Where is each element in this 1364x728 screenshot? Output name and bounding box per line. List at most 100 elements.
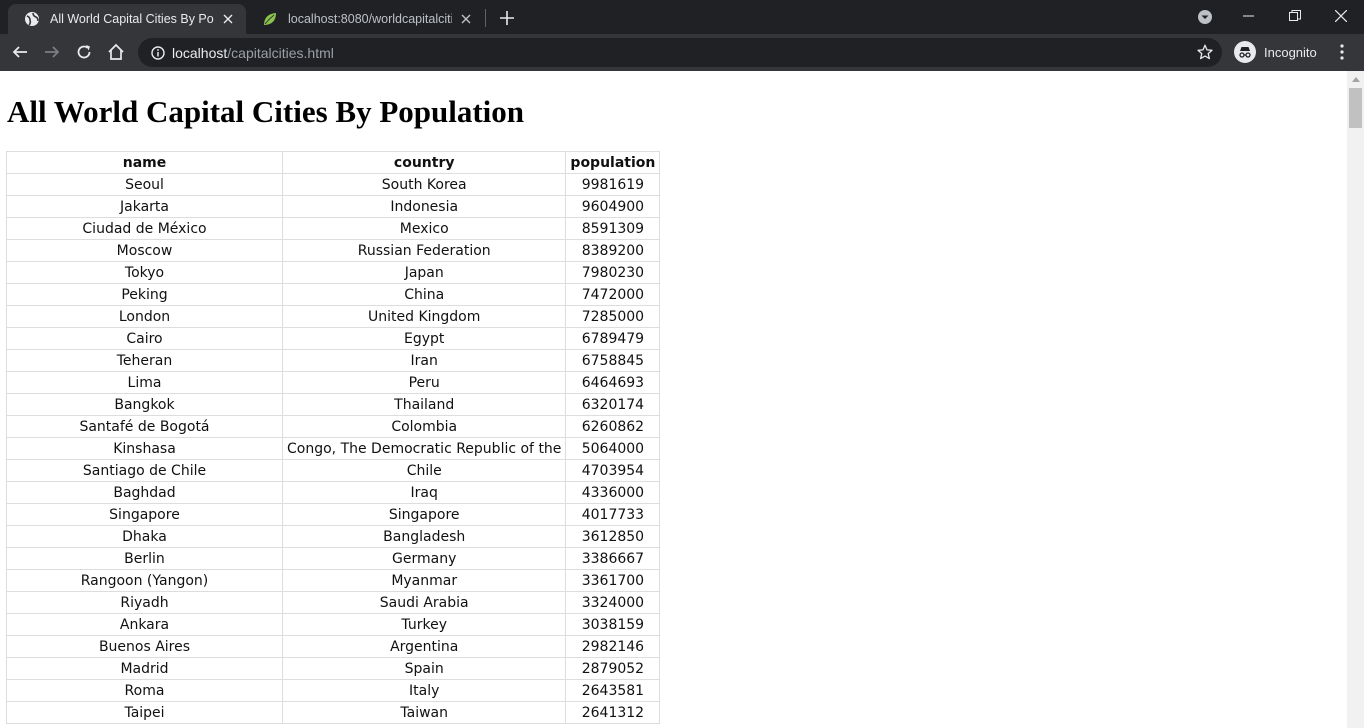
back-icon[interactable] xyxy=(6,38,34,66)
table-row: Seoul South Korea 9981619 xyxy=(6,173,661,196)
cell-population: 2982146 xyxy=(565,635,661,658)
bookmark-star-icon[interactable] xyxy=(1196,43,1214,61)
cell-population: 6789479 xyxy=(565,327,661,350)
cell-population: 6464693 xyxy=(565,371,661,394)
table-row: Lima Peru 6464693 xyxy=(6,371,661,394)
site-info-icon[interactable] xyxy=(150,45,166,61)
cell-population: 4703954 xyxy=(565,459,661,482)
table-row: Jakarta Indonesia 9604900 xyxy=(6,195,661,218)
cell-country: Peru xyxy=(281,371,567,394)
table-row: Tokyo Japan 7980230 xyxy=(6,261,661,284)
cell-country: Turkey xyxy=(281,613,567,636)
cell-country: Taiwan xyxy=(281,701,567,724)
cell-city-name: Rangoon (Yangon) xyxy=(6,569,283,592)
cell-country: United Kingdom xyxy=(281,305,567,328)
incognito-profile-button[interactable]: Incognito xyxy=(1228,38,1327,66)
cell-country: Bangladesh xyxy=(281,525,567,548)
tab-capital-cities[interactable]: All World Capital Cities By Population xyxy=(8,4,246,34)
profile-label: Incognito xyxy=(1264,44,1317,60)
table-row: Ankara Turkey 3038159 xyxy=(6,613,661,636)
cell-population: 5064000 xyxy=(565,437,661,460)
page-title: All World Capital Cities By Population xyxy=(7,94,525,129)
forward-icon[interactable] xyxy=(38,38,66,66)
table-row: Kinshasa Congo, The Democratic Republic o… xyxy=(6,437,661,460)
column-header-population: population xyxy=(565,151,661,174)
close-icon[interactable] xyxy=(458,11,474,27)
cell-city-name: Jakarta xyxy=(6,195,283,218)
tab-strip: All World Capital Cities By Population l… xyxy=(0,0,1364,34)
cell-population: 8591309 xyxy=(565,217,661,240)
cell-population: 3386667 xyxy=(565,547,661,570)
cell-country: Germany xyxy=(281,547,567,570)
cell-country: Italy xyxy=(281,679,567,702)
cell-population: 3361700 xyxy=(565,569,661,592)
table-row: Roma Italy 2643581 xyxy=(6,679,661,702)
cell-city-name: Cairo xyxy=(6,327,283,350)
table-row: Baghdad Iraq 4336000 xyxy=(6,481,661,504)
cell-country: Japan xyxy=(281,261,567,284)
scrollbar-thumb[interactable] xyxy=(1349,88,1362,128)
cell-country: Spain xyxy=(281,657,567,680)
cell-population: 9604900 xyxy=(565,195,661,218)
tab-search-icon[interactable] xyxy=(1195,7,1215,27)
cell-population: 2879052 xyxy=(565,657,661,680)
address-bar[interactable]: localhost/capitalcities.html xyxy=(138,38,1222,67)
cell-country: Argentina xyxy=(281,635,567,658)
tab-worldcapitalcities[interactable]: localhost:8080/worldcapitalcities xyxy=(246,4,484,34)
cell-city-name: Tokyo xyxy=(6,261,283,284)
cell-country: Thailand xyxy=(281,393,567,416)
minimize-icon[interactable] xyxy=(1226,0,1272,32)
cell-population: 9981619 xyxy=(565,173,661,196)
tab-title: localhost:8080/worldcapitalcities xyxy=(288,12,452,26)
cell-population: 3324000 xyxy=(565,591,661,614)
cell-city-name: Santafé de Bogotá xyxy=(6,415,283,438)
kebab-menu-icon[interactable] xyxy=(1330,38,1354,66)
cell-city-name: Teheran xyxy=(6,349,283,372)
cell-population: 2643581 xyxy=(565,679,661,702)
cell-city-name: Santiago de Chile xyxy=(6,459,283,482)
cell-city-name: Seoul xyxy=(6,173,283,196)
table-row: Madrid Spain 2879052 xyxy=(6,657,661,680)
cell-city-name: Roma xyxy=(6,679,283,702)
cell-country: Colombia xyxy=(281,415,567,438)
cell-population: 2641312 xyxy=(565,701,661,724)
scroll-up-arrow-icon[interactable] xyxy=(1347,71,1364,88)
vertical-scrollbar[interactable] xyxy=(1347,71,1364,728)
cell-city-name: Taipei xyxy=(6,701,283,724)
close-window-icon[interactable] xyxy=(1318,0,1364,32)
new-tab-icon[interactable] xyxy=(497,8,517,28)
table-row: Berlin Germany 3386667 xyxy=(6,547,661,570)
spring-leaf-icon xyxy=(262,11,278,27)
cell-city-name: Moscow xyxy=(6,239,283,262)
cell-population: 3612850 xyxy=(565,525,661,548)
reload-icon[interactable] xyxy=(70,38,98,66)
incognito-icon xyxy=(1234,41,1256,63)
cell-population: 4017733 xyxy=(565,503,661,526)
cell-city-name: Ankara xyxy=(6,613,283,636)
cell-population: 7472000 xyxy=(565,283,661,306)
url-path: /capitalcities.html xyxy=(227,44,334,61)
cell-country: Egypt xyxy=(281,327,567,350)
cell-country: Myanmar xyxy=(281,569,567,592)
cell-country: Congo, The Democratic Republic of the xyxy=(281,437,567,460)
cell-population: 3038159 xyxy=(565,613,661,636)
table-row: Moscow Russian Federation 8389200 xyxy=(6,239,661,262)
restore-icon[interactable] xyxy=(1272,0,1318,32)
close-icon[interactable] xyxy=(220,11,236,27)
home-icon[interactable] xyxy=(102,38,130,66)
cell-city-name: Peking xyxy=(6,283,283,306)
cell-city-name: Singapore xyxy=(6,503,283,526)
cell-country: Russian Federation xyxy=(281,239,567,262)
cell-city-name: Buenos Aires xyxy=(6,635,283,658)
table-row: Ciudad de México Mexico 8591309 xyxy=(6,217,661,240)
cell-country: Singapore xyxy=(281,503,567,526)
cell-city-name: Berlin xyxy=(6,547,283,570)
table-row: Peking China 7472000 xyxy=(6,283,661,306)
globe-icon xyxy=(24,11,40,27)
table-row: Riyadh Saudi Arabia 3324000 xyxy=(6,591,661,614)
cell-country: Mexico xyxy=(281,217,567,240)
cell-population: 7980230 xyxy=(565,261,661,284)
page-viewport: All World Capital Cities By Population n… xyxy=(0,71,1347,728)
cell-country: South Korea xyxy=(281,173,567,196)
table-row: Singapore Singapore 4017733 xyxy=(6,503,661,526)
